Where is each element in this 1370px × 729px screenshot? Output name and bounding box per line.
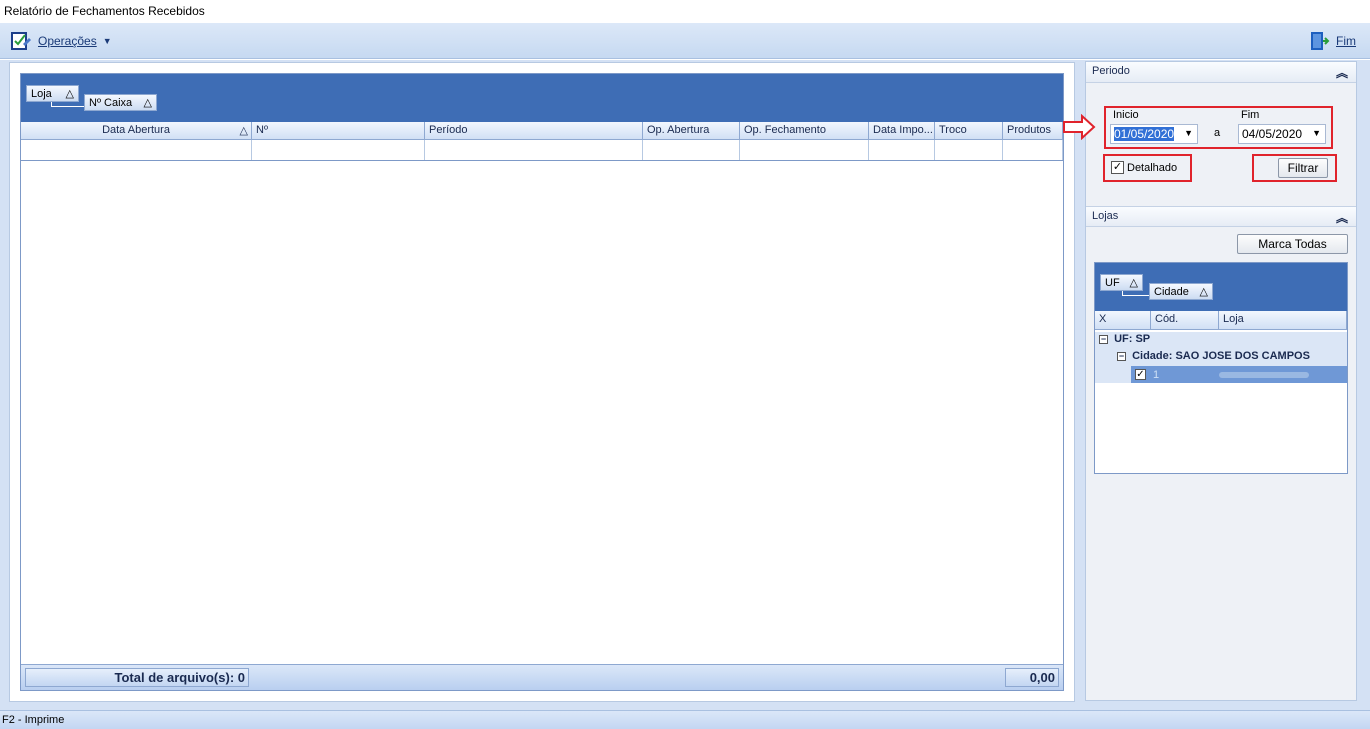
collapse-minus-icon[interactable]: − [1117, 352, 1126, 361]
window-title: Relatório de Fechamentos Recebidos [0, 0, 1370, 23]
arrow-right-icon [1063, 114, 1096, 140]
sort-triangle-icon: △ [143, 97, 152, 109]
column-produtos[interactable]: Produtos [1003, 122, 1063, 140]
group-chip-nro-caixa-label: Nº Caixa [89, 96, 133, 109]
column-data-abertura[interactable]: Data Abertura △ [21, 122, 252, 140]
periodo-header-label: Periodo [1092, 65, 1130, 77]
side-panel: Periodo ︽ Inicio Fim 01/05/2020 ▼ a 04/0… [1063, 61, 1357, 701]
group-chip-uf-label: UF [1105, 276, 1120, 289]
filter-cell[interactable] [252, 140, 425, 160]
group-chip-cidade[interactable]: Cidade △ [1149, 283, 1213, 300]
fim-date-value: 04/05/2020 [1242, 127, 1303, 141]
filter-cell[interactable] [740, 140, 869, 160]
periodo-section-header[interactable]: Periodo ︽ [1086, 62, 1356, 83]
total-arquivos: Total de arquivo(s): 0 [25, 668, 249, 687]
lojas-header-label: Lojas [1092, 210, 1119, 222]
sort-triangle-icon: △ [1199, 286, 1208, 298]
column-data-importacao[interactable]: Data Impo... [869, 122, 935, 140]
filter-cell[interactable] [21, 140, 252, 160]
sort-triangle-icon: △ [65, 88, 74, 100]
fim-date-label: Fim [1241, 109, 1260, 121]
collapse-up-icon[interactable]: ︽ [1336, 64, 1348, 81]
checkbox-checked-icon[interactable]: ✓ [1111, 161, 1124, 174]
column-troco[interactable]: Troco [935, 122, 1003, 140]
row-loja-redacted [1219, 371, 1309, 378]
group-chip-loja[interactable]: Loja △ [26, 85, 79, 102]
row-checkbox[interactable]: ✓ [1131, 369, 1151, 381]
inicio-date-value: 01/05/2020 [1114, 127, 1175, 141]
filter-cell[interactable] [425, 140, 643, 160]
operacoes-label: Operações [38, 34, 97, 48]
marca-todas-button[interactable]: Marca Todas [1237, 234, 1348, 254]
sort-triangle-icon: △ [239, 125, 248, 137]
column-cod[interactable]: Cód. [1151, 311, 1219, 330]
operacoes-menu[interactable]: Operações ▼ [10, 30, 112, 52]
exit-door-icon [1311, 32, 1330, 50]
status-bar: F2 - Imprime [0, 710, 1370, 729]
column-op-fechamento[interactable]: Op. Fechamento [740, 122, 869, 140]
group-chip-cidade-label: Cidade [1154, 285, 1189, 298]
main-panel: Loja △ Nº Caixa △ Data Abertura △ Nº Per… [9, 62, 1075, 702]
group-indent [1095, 349, 1113, 383]
operations-icon [11, 32, 31, 50]
lojas-column-headers: X Cód. Loja [1095, 311, 1347, 330]
filter-cell[interactable] [935, 140, 1003, 160]
total-sum: 0,00 [1005, 668, 1059, 687]
work-area: Loja △ Nº Caixa △ Data Abertura △ Nº Per… [0, 60, 1370, 710]
filter-cell[interactable] [643, 140, 740, 160]
group-row-uf-label: UF: SP [1114, 333, 1151, 345]
chevron-down-icon: ▼ [102, 36, 112, 46]
filtrar-button[interactable]: Filtrar [1278, 158, 1328, 178]
grid-column-headers: Data Abertura △ Nº Período Op. Abertura … [21, 122, 1063, 140]
inicio-date-field[interactable]: 01/05/2020 ▼ [1110, 124, 1198, 144]
dropdown-arrow-icon[interactable]: ▼ [1312, 128, 1321, 138]
dropdown-arrow-icon[interactable]: ▼ [1184, 128, 1193, 138]
fechamentos-grid: Loja △ Nº Caixa △ Data Abertura △ Nº Per… [20, 73, 1064, 691]
sort-triangle-icon: △ [1129, 277, 1138, 289]
group-chip-nro-caixa[interactable]: Nº Caixa △ [84, 94, 157, 111]
collapse-up-icon[interactable]: ︽ [1336, 209, 1348, 226]
lojas-section-header[interactable]: Lojas ︽ [1086, 206, 1356, 227]
column-numero[interactable]: Nº [252, 122, 425, 140]
grid-footer: Total de arquivo(s): 0 0,00 [21, 664, 1063, 690]
inicio-label: Inicio [1113, 109, 1139, 121]
group-chip-loja-label: Loja [31, 87, 52, 100]
lojas-group-by-panel: UF △ Cidade △ [1095, 263, 1347, 311]
group-by-panel: Loja △ Nº Caixa △ [21, 74, 1063, 122]
fim-date-field[interactable]: 04/05/2020 ▼ [1238, 124, 1326, 144]
toolbar: Operações ▼ Fim [0, 23, 1370, 59]
column-loja[interactable]: Loja [1219, 311, 1347, 330]
date-separator: a [1214, 127, 1221, 139]
column-op-abertura[interactable]: Op. Abertura [643, 122, 740, 140]
filter-cell[interactable] [1003, 140, 1063, 160]
group-chip-uf[interactable]: UF △ [1100, 274, 1143, 291]
fim-button[interactable]: Fim [1308, 30, 1356, 52]
group-connector [51, 102, 84, 107]
row-cod: 1 [1153, 368, 1160, 381]
group-row-cidade-label: Cidade: SAO JOSE DOS CAMPOS [1132, 350, 1310, 362]
lojas-grid: UF △ Cidade △ X Cód. Loja − UF: SP − Cid… [1094, 262, 1348, 474]
group-row-uf[interactable]: − UF: SP [1095, 332, 1347, 349]
group-indent [1113, 366, 1131, 383]
column-periodo[interactable]: Período [425, 122, 643, 140]
grid-filter-row [21, 140, 1063, 161]
filter-cell[interactable] [869, 140, 935, 160]
collapse-minus-icon[interactable]: − [1099, 335, 1108, 344]
detalhado-checkbox[interactable]: ✓ Detalhado [1111, 161, 1177, 174]
detalhado-label: Detalhado [1127, 161, 1178, 174]
table-row[interactable]: ✓ 1 [1131, 366, 1347, 383]
fim-label: Fim [1336, 34, 1356, 48]
column-data-abertura-label: Data Abertura [102, 124, 170, 136]
checkbox-checked-icon[interactable]: ✓ [1135, 369, 1146, 381]
group-row-cidade[interactable]: − Cidade: SAO JOSE DOS CAMPOS [1113, 349, 1347, 366]
group-connector [1122, 291, 1149, 296]
column-x[interactable]: X [1095, 311, 1151, 330]
